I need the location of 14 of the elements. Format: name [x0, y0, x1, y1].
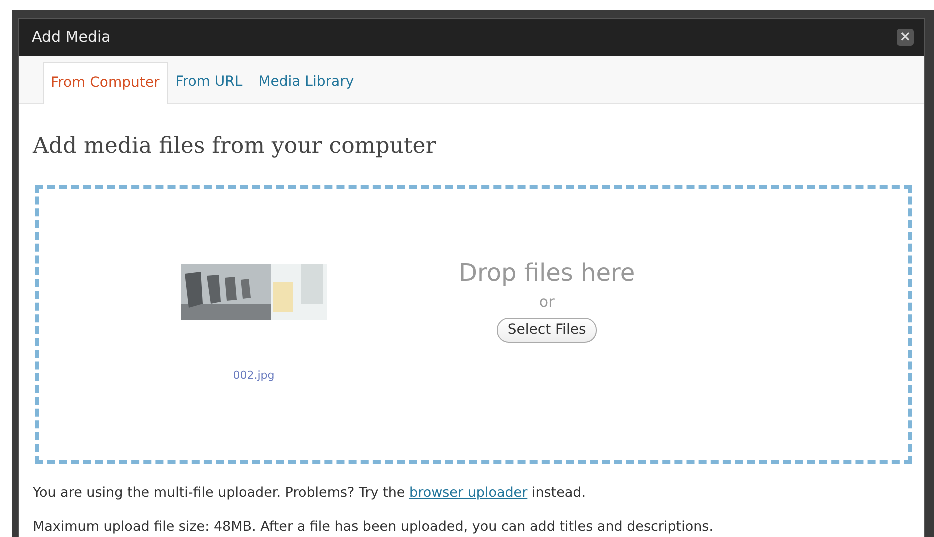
info-text: Maximum upload file size: 48MB. After a file has been uploaded, you can add titles and descriptions.	[33, 518, 714, 537]
file-name: 002.jpg	[233, 368, 275, 384]
tab[interactable]: From URL	[168, 62, 251, 103]
select-files-button[interactable]: Select Files	[496, 318, 598, 343]
window-title: Add Media	[32, 27, 111, 48]
or-label: or	[539, 292, 555, 314]
tab[interactable]: Media Library	[250, 62, 362, 103]
drop-zone[interactable]: 002.jpg Drop files here or Select Files	[35, 184, 912, 464]
info-text: You are using the multi-file uploader. Problems? Try the browser uploader instead.	[33, 484, 588, 502]
tab[interactable]: From Computer	[43, 62, 168, 104]
close-button[interactable]: ×	[897, 28, 914, 46]
browser-uploader-link[interactable]: browser uploader	[410, 484, 528, 500]
drop-prompt: Drop files here	[459, 258, 636, 290]
heading: Add media files from your computer	[33, 132, 438, 161]
